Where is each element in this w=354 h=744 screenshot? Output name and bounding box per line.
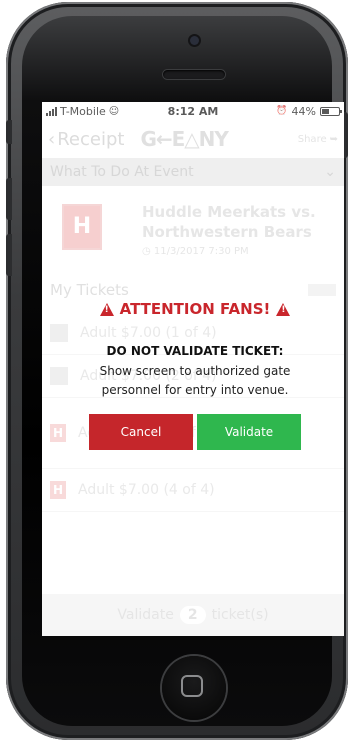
validate-button[interactable]: Validate — [197, 414, 301, 450]
volume-up-button — [6, 178, 12, 220]
dialog-title-text: ATTENTION FANS! — [119, 300, 271, 318]
app-screen: T-Mobile ☺ 8:12 AM ⏰ 44% ‹ Receipt G←E△N… — [42, 102, 344, 636]
front-camera — [190, 36, 199, 45]
dialog-heading: DO NOT VALIDATE TICKET: — [106, 344, 284, 358]
cancel-button[interactable]: Cancel — [89, 414, 193, 450]
home-square-icon — [181, 675, 203, 697]
dialog-actions: Cancel Validate — [72, 414, 318, 450]
warning-icon — [99, 302, 114, 316]
mute-switch — [6, 120, 12, 144]
dialog-title: ATTENTION FANS! — [72, 300, 318, 318]
home-button[interactable] — [162, 656, 226, 720]
attention-dialog: ATTENTION FANS! DO NOT VALIDATE TICKET: … — [72, 300, 318, 450]
dialog-message: Show screen to authorized gate personnel… — [99, 364, 291, 397]
volume-down-button — [6, 234, 12, 276]
warning-icon — [276, 302, 291, 316]
earpiece-speaker — [163, 70, 225, 79]
